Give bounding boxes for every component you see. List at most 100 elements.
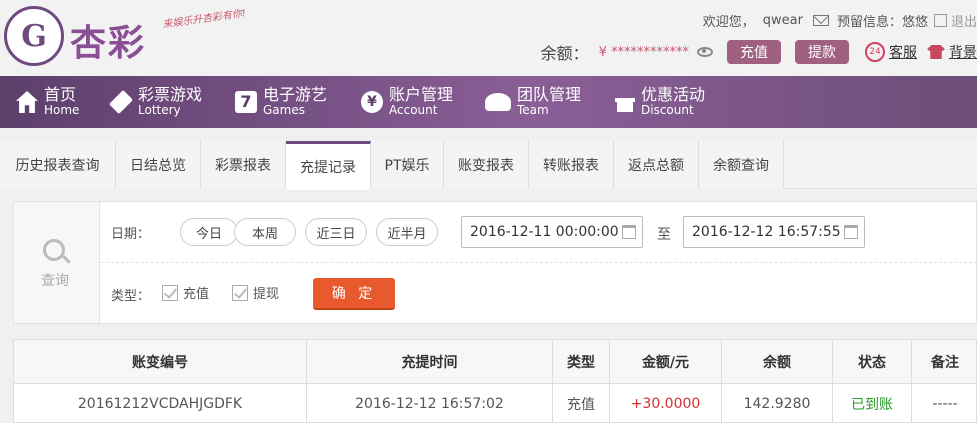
- quick-3days-button[interactable]: 近三日: [305, 218, 367, 246]
- nav-label: 账户管理: [389, 84, 454, 104]
- nav-item-lottery[interactable]: 彩票游戏 Lottery: [108, 76, 203, 128]
- start-date-field[interactable]: 2016-12-11 00:00:00: [461, 216, 643, 248]
- welcome-text: 欢迎您，: [702, 14, 755, 30]
- type-label: 类型：: [111, 289, 151, 304]
- edit-icon[interactable]: [933, 13, 947, 27]
- nav-label: 首页: [44, 84, 77, 104]
- col-header-time: 充提时间: [307, 340, 553, 383]
- records-table: 账变编号 充提时间 类型 金额/元 余额 状态 备注 20161212VCDAH…: [13, 339, 977, 423]
- tab-lottery-report[interactable]: 彩票报表: [201, 141, 286, 189]
- home-icon: [16, 91, 38, 113]
- brand-name: 杏彩: [70, 22, 147, 64]
- balance-bar: 余额： ¥ ************ 充值 提款 24 客服 背景: [541, 40, 977, 64]
- search-icon: [43, 239, 65, 261]
- preset-info-label: 预留信息：: [836, 14, 902, 30]
- calendar-icon[interactable]: [622, 225, 636, 239]
- ticket-icon: [108, 89, 134, 115]
- type-withdraw-label: 提现: [253, 287, 280, 302]
- cell-balance: 142.9280: [722, 384, 833, 422]
- nav-item-discount[interactable]: 优惠活动 Discount: [615, 76, 705, 128]
- preset-info-value: 悠悠: [901, 14, 928, 30]
- balance-value: ¥ ************: [598, 44, 689, 60]
- team-icon: [485, 93, 511, 111]
- cell-time: 2016-12-12 16:57:02: [307, 384, 553, 422]
- tab-balance-query[interactable]: 余额查询: [699, 141, 784, 189]
- main-nav: 首页 Home 彩票游戏 Lottery 7 电子游艺 Games ¥ 账户管理 Acc…: [0, 76, 977, 128]
- col-header-status: 状态: [833, 340, 912, 383]
- checkbox-icon[interactable]: [232, 284, 248, 301]
- customer-service-link[interactable]: 客服: [889, 42, 917, 62]
- brand-slogan: 来娱乐升杏彩有你!: [161, 8, 247, 31]
- quick-week-button[interactable]: 本周: [234, 218, 296, 246]
- user-info-bar: 欢迎您， qwear 预留信息： 悠悠 退出: [703, 10, 977, 30]
- nav-sublabel: Account: [389, 103, 438, 118]
- logo-emblem[interactable]: G: [4, 6, 64, 66]
- date-label: 日期：: [111, 227, 151, 242]
- cell-status: 已到账: [833, 384, 912, 422]
- skin-link[interactable]: 背景: [949, 42, 977, 62]
- nav-sublabel: Team: [517, 103, 549, 118]
- type-recharge-checkbox[interactable]: 充值: [162, 283, 209, 302]
- col-header-amount: 金额/元: [610, 340, 722, 383]
- start-date-value: 2016-12-11 00:00:00: [470, 224, 619, 240]
- end-date-field[interactable]: 2016-12-12 16:57:55: [683, 216, 865, 248]
- username: qwear: [762, 12, 803, 28]
- tab-daily-overview[interactable]: 日结总览: [116, 141, 201, 189]
- nav-item-games[interactable]: 7 电子游艺 Games: [235, 76, 327, 128]
- col-header-type: 类型: [553, 340, 610, 383]
- balance-label: 余额：: [540, 44, 589, 63]
- col-header-balance: 余额: [722, 340, 833, 383]
- yen-coin-icon: ¥: [361, 91, 383, 113]
- nav-sublabel: Lottery: [138, 103, 181, 118]
- nav-label: 优惠活动: [641, 84, 706, 104]
- skin-shirt-icon[interactable]: [927, 45, 945, 59]
- calendar-icon[interactable]: [844, 225, 858, 239]
- tab-transfer-report[interactable]: 转账报表: [529, 141, 614, 189]
- cell-serial: 20161212VCDAHJGDFK: [14, 384, 307, 422]
- nav-item-account[interactable]: ¥ 账户管理 Account: [361, 76, 453, 128]
- nav-sublabel: Discount: [641, 103, 694, 118]
- nav-item-home[interactable]: 首页 Home: [16, 76, 79, 128]
- confirm-button[interactable]: 确 定: [313, 278, 395, 310]
- logout-link[interactable]: 退出: [951, 11, 977, 30]
- filter-panel: 查询 日期： 今日 本周 近三日 近半月 2016-12-11 00:00:00…: [13, 201, 977, 324]
- nav-sublabel: Home: [44, 103, 80, 118]
- filter-divider: [101, 262, 977, 263]
- nav-label: 彩票游戏: [138, 84, 203, 104]
- quick-halfmonth-button[interactable]: 近半月: [376, 218, 438, 246]
- tab-deposit-withdraw[interactable]: 充提记录: [286, 141, 371, 190]
- date-to-label: 至: [657, 227, 671, 243]
- seven-icon: 7: [235, 91, 257, 113]
- quick-today-button[interactable]: 今日: [180, 218, 238, 246]
- col-header-remark: 备注: [931, 354, 959, 371]
- tab-rebate-total[interactable]: 返点总额: [614, 141, 699, 189]
- cell-amount: +30.0000: [610, 384, 722, 422]
- type-recharge-label: 充值: [183, 287, 210, 302]
- tab-account-change[interactable]: 账变报表: [444, 141, 529, 189]
- eye-icon[interactable]: [697, 47, 713, 57]
- checkbox-icon[interactable]: [162, 284, 178, 301]
- logo-glyph: G: [21, 18, 47, 54]
- tab-pt-entertainment[interactable]: PT娱乐: [371, 141, 444, 189]
- report-tabs: 历史报表查询 日结总览 彩票报表 充提记录 PT娱乐 账变报表 转账报表 返点总…: [0, 141, 977, 190]
- col-header-serial: 账变编号: [14, 340, 307, 383]
- search-label: 查询: [41, 273, 69, 289]
- mail-icon[interactable]: [812, 14, 829, 26]
- cell-type: 充值: [553, 384, 610, 422]
- search-column: 查询: [14, 202, 100, 323]
- table-row: 20161212VCDAHJGDFK 2016-12-12 16:57:02 充…: [14, 384, 976, 422]
- table-header: 账变编号 充提时间 类型 金额/元 余额 状态 备注: [14, 340, 976, 384]
- nav-item-team[interactable]: 团队管理 Team: [485, 76, 581, 128]
- nav-label: 团队管理: [517, 84, 582, 104]
- nav-label: 电子游艺: [263, 84, 328, 104]
- top-header: G 杏彩 来娱乐升杏彩有你! 欢迎您， qwear 预留信息： 悠悠 退出 余额…: [0, 0, 977, 76]
- type-withdraw-checkbox[interactable]: 提现: [232, 283, 279, 302]
- customer-service-icon[interactable]: 24: [865, 42, 885, 62]
- gift-icon: [615, 98, 635, 112]
- cell-remark: -----: [932, 396, 958, 412]
- withdraw-button[interactable]: 提款: [795, 40, 849, 64]
- end-date-value: 2016-12-12 16:57:55: [692, 224, 841, 240]
- recharge-button[interactable]: 充值: [727, 40, 781, 64]
- nav-sublabel: Games: [263, 103, 305, 118]
- tab-history-report[interactable]: 历史报表查询: [0, 141, 116, 189]
